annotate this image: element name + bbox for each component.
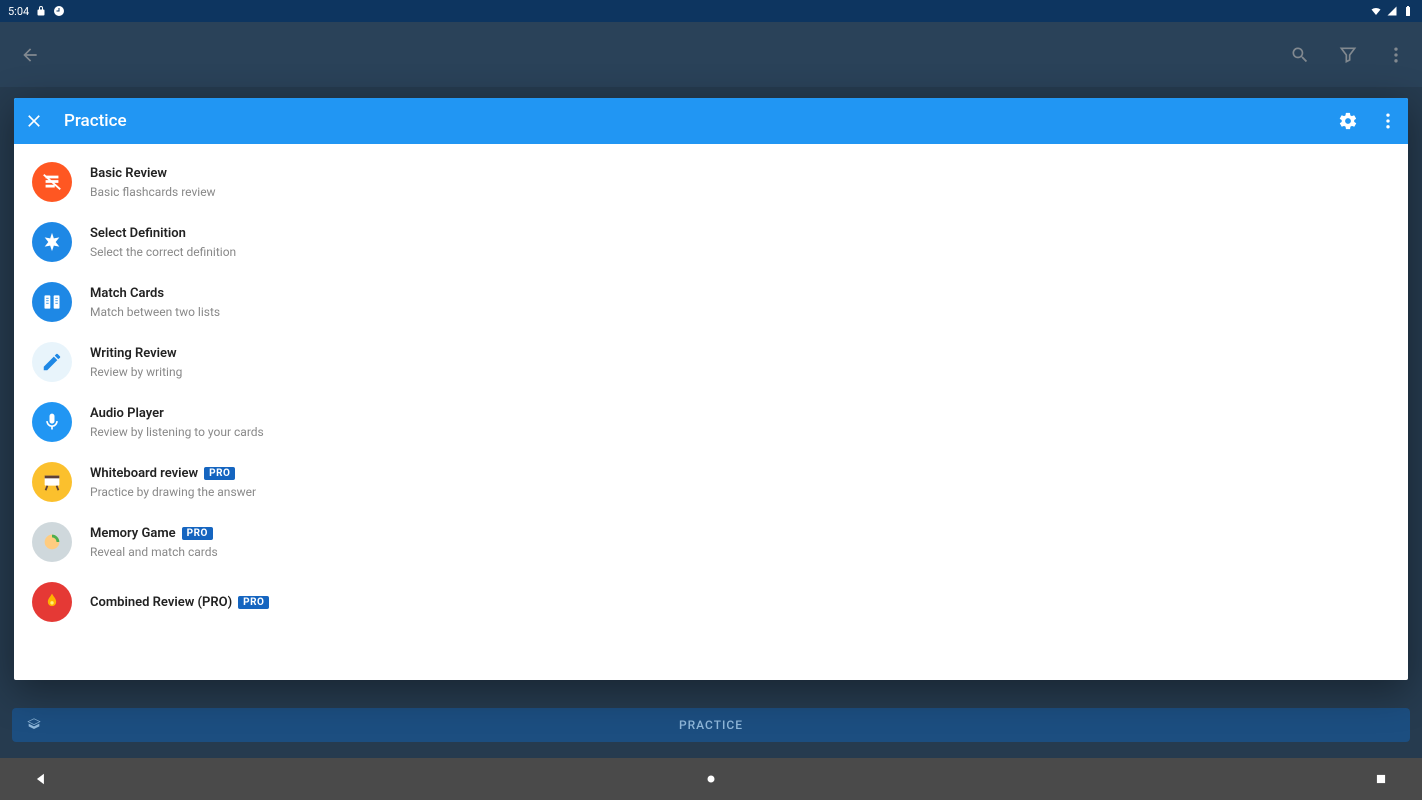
practice-mode-title: Memory Game bbox=[90, 526, 176, 541]
nav-back-icon bbox=[34, 772, 48, 786]
practice-mode-select-definition[interactable]: Select Definition Select the correct defi… bbox=[14, 212, 1408, 272]
practice-icon bbox=[26, 717, 42, 733]
nav-back-button[interactable] bbox=[34, 772, 48, 786]
practice-mode-title: Whiteboard review bbox=[90, 466, 198, 481]
clock-icon bbox=[53, 5, 65, 17]
practice-mode-title: Select Definition bbox=[90, 226, 186, 241]
whiteboard-review-icon bbox=[32, 462, 72, 502]
wifi-icon bbox=[1370, 5, 1382, 17]
match-cards-icon bbox=[32, 282, 72, 322]
pro-badge: PRO bbox=[182, 527, 213, 540]
status-bar: 5:04 bbox=[0, 0, 1422, 22]
practice-mode-subtitle: Reveal and match cards bbox=[90, 545, 218, 559]
close-icon bbox=[24, 111, 44, 131]
dialog-overflow-button[interactable] bbox=[1378, 111, 1398, 131]
practice-mode-title: Match Cards bbox=[90, 286, 164, 301]
close-button[interactable] bbox=[24, 111, 44, 131]
select-definition-icon bbox=[32, 222, 72, 262]
more-vert-icon bbox=[1378, 111, 1398, 131]
battery-icon bbox=[1402, 5, 1414, 17]
pro-badge: PRO bbox=[204, 467, 235, 480]
practice-mode-title: Writing Review bbox=[90, 346, 177, 361]
audio-player-icon bbox=[32, 402, 72, 442]
practice-mode-subtitle: Practice by drawing the answer bbox=[90, 485, 256, 499]
practice-mode-title: Basic Review bbox=[90, 166, 167, 181]
dialog-title: Practice bbox=[64, 111, 127, 131]
status-time: 5:04 bbox=[8, 5, 29, 18]
practice-mode-list: Basic Review Basic flashcards review Selec… bbox=[14, 144, 1408, 680]
practice-mode-whiteboard-review[interactable]: Whiteboard review PRO Practice by drawing … bbox=[14, 452, 1408, 512]
signal-icon bbox=[1386, 5, 1398, 17]
practice-mode-title: Audio Player bbox=[90, 406, 164, 421]
writing-review-icon bbox=[32, 342, 72, 382]
practice-mode-writing-review[interactable]: Writing Review Review by writing bbox=[14, 332, 1408, 392]
practice-dialog: Practice Basic Review Basic flashcards re… bbox=[14, 98, 1408, 680]
practice-mode-subtitle: Basic flashcards review bbox=[90, 185, 216, 199]
pro-badge: PRO bbox=[238, 596, 269, 609]
practice-mode-memory-game[interactable]: Memory Game PRO Reveal and match cards bbox=[14, 512, 1408, 572]
memory-game-icon bbox=[32, 522, 72, 562]
practice-mode-title: Combined Review (PRO) bbox=[90, 595, 232, 610]
nav-home-button[interactable] bbox=[704, 772, 718, 786]
combined-review-icon bbox=[32, 582, 72, 622]
practice-mode-subtitle: Review by listening to your cards bbox=[90, 425, 264, 439]
nav-recent-button[interactable] bbox=[1374, 772, 1388, 786]
settings-button[interactable] bbox=[1338, 111, 1358, 131]
practice-mode-basic-review[interactable]: Basic Review Basic flashcards review bbox=[14, 152, 1408, 212]
practice-mode-subtitle: Match between two lists bbox=[90, 305, 220, 319]
lock-icon bbox=[35, 5, 47, 17]
navigation-bar bbox=[0, 758, 1422, 800]
practice-mode-subtitle: Review by writing bbox=[90, 365, 182, 379]
practice-mode-audio-player[interactable]: Audio Player Review by listening to your … bbox=[14, 392, 1408, 452]
practice-mode-match-cards[interactable]: Match Cards Match between two lists bbox=[14, 272, 1408, 332]
basic-review-icon bbox=[32, 162, 72, 202]
practice-button[interactable]: PRACTICE bbox=[12, 708, 1410, 742]
practice-button-label: PRACTICE bbox=[679, 718, 743, 732]
dialog-bar: Practice bbox=[14, 98, 1408, 144]
nav-home-icon bbox=[704, 772, 718, 786]
nav-recent-icon bbox=[1374, 772, 1388, 786]
practice-mode-combined-review[interactable]: Combined Review (PRO) PRO bbox=[14, 572, 1408, 632]
gear-icon bbox=[1338, 111, 1358, 131]
practice-mode-subtitle: Select the correct definition bbox=[90, 245, 236, 259]
